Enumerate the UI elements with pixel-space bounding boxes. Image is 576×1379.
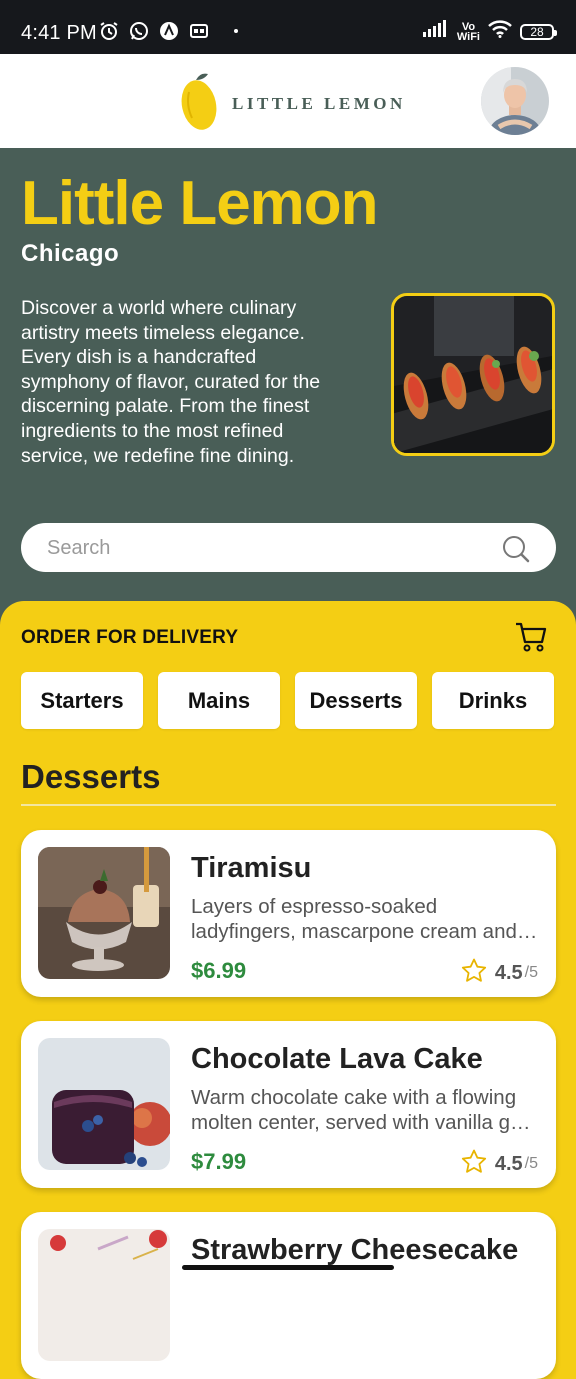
menu-item-card[interactable]: Strawberry Cheesecake bbox=[21, 1212, 556, 1379]
app-notification-icon bbox=[158, 20, 180, 42]
order-for-delivery-title: ORDER FOR DELIVERY bbox=[21, 627, 239, 648]
app-header: LITTLE LEMON bbox=[0, 54, 576, 148]
section-divider bbox=[21, 804, 556, 806]
alarm-icon bbox=[98, 20, 120, 42]
profile-avatar[interactable] bbox=[481, 67, 549, 135]
hero-title: Little Lemon bbox=[21, 169, 379, 238]
category-mains-button[interactable]: Mains bbox=[158, 672, 280, 729]
search-input[interactable]: Search bbox=[47, 537, 110, 560]
menu-item-price: $7.99 bbox=[191, 1149, 247, 1174]
menu-item-image bbox=[38, 847, 170, 979]
more-notifications-dot bbox=[234, 29, 238, 33]
rating-value: 4.5 bbox=[494, 1152, 523, 1175]
logo[interactable]: LITTLE LEMON bbox=[180, 70, 406, 137]
vowifi-icon: Vo WiFi bbox=[456, 20, 480, 43]
wifi-icon bbox=[488, 20, 512, 43]
menu-item-description: Warm chocolate cake with a flowing molte… bbox=[191, 1086, 531, 1134]
menu-item-price: $6.99 bbox=[191, 958, 247, 983]
menu-item-rating: 4.5 /5 bbox=[461, 1149, 538, 1179]
menu-item-name: Strawberry Cheesecake bbox=[191, 1234, 519, 1266]
status-bar: 4:41 PM Vo WiFi 28 bbox=[0, 0, 576, 54]
search-icon[interactable] bbox=[502, 535, 530, 568]
category-desserts-button[interactable]: Desserts bbox=[295, 672, 417, 729]
rating-max: /5 bbox=[524, 964, 538, 981]
section-title: Desserts bbox=[21, 758, 161, 795]
card-notification-icon bbox=[188, 20, 210, 42]
logo-text: LITTLE LEMON bbox=[232, 93, 406, 113]
whatsapp-icon bbox=[128, 20, 150, 42]
battery-icon: 28 bbox=[520, 23, 557, 40]
menu-item-rating: 4.5 /5 bbox=[461, 958, 538, 988]
menu-item-name: Tiramisu bbox=[191, 852, 312, 884]
signal-icon bbox=[422, 20, 449, 43]
star-icon bbox=[461, 1149, 487, 1179]
lemon-logo-icon bbox=[180, 70, 218, 137]
home-indicator[interactable] bbox=[182, 1265, 394, 1270]
category-tabs: Starters Mains Desserts Drinks bbox=[21, 672, 554, 729]
hero-section: Little Lemon Chicago Discover a world wh… bbox=[0, 148, 576, 628]
hero-description: Discover a world where culinary artistry… bbox=[21, 297, 321, 467]
star-icon bbox=[461, 958, 487, 988]
menu-item-card[interactable]: Chocolate Lava Cake Warm chocolate cake … bbox=[21, 1021, 556, 1188]
category-starters-button[interactable]: Starters bbox=[21, 672, 143, 729]
rating-max: /5 bbox=[524, 1155, 538, 1172]
search-bar[interactable]: Search bbox=[21, 523, 556, 572]
cart-icon[interactable] bbox=[514, 621, 548, 658]
menu-item-image bbox=[38, 1229, 170, 1361]
menu-item-name: Chocolate Lava Cake bbox=[191, 1043, 483, 1075]
status-time: 4:41 PM bbox=[21, 22, 97, 44]
menu-item-image bbox=[38, 1038, 170, 1170]
menu-item-description: Layers of espresso-soaked ladyfingers, m… bbox=[191, 895, 538, 943]
hero-image bbox=[391, 293, 555, 456]
hero-city: Chicago bbox=[21, 240, 120, 267]
rating-value: 4.5 bbox=[494, 961, 523, 984]
menu-item-card[interactable]: Tiramisu Layers of espresso-soaked ladyf… bbox=[21, 830, 556, 997]
category-drinks-button[interactable]: Drinks bbox=[432, 672, 554, 729]
